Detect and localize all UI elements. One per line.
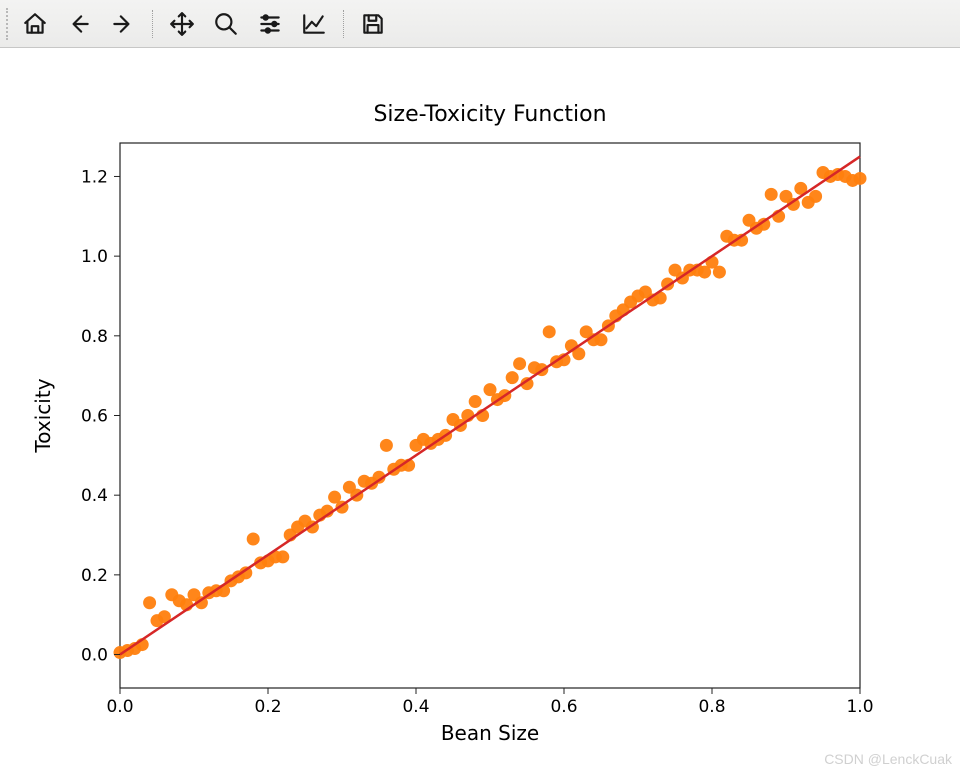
chart-title: Size-Toxicity Function (373, 102, 606, 127)
data-point (380, 439, 393, 452)
data-point (543, 325, 556, 338)
toolbar-separator (152, 10, 153, 38)
home-icon[interactable] (14, 4, 56, 44)
x-tick-label: 0.6 (550, 697, 577, 717)
search-icon[interactable] (205, 4, 247, 44)
y-tick-label: 0.8 (81, 327, 108, 347)
x-axis-label: Bean Size (441, 721, 539, 745)
x-tick-label: 1.0 (846, 697, 873, 717)
sliders-icon[interactable] (249, 4, 291, 44)
y-tick-label: 1.0 (81, 247, 108, 267)
toolbar-grip (6, 8, 8, 40)
data-point (713, 266, 726, 279)
move-icon[interactable] (161, 4, 203, 44)
x-tick-label: 0.8 (698, 697, 725, 717)
arrow-left-icon[interactable] (58, 4, 100, 44)
toolbar-separator (343, 10, 344, 38)
y-tick-label: 0.0 (81, 646, 108, 666)
line-chart-icon[interactable] (293, 4, 335, 44)
arrow-right-icon[interactable] (102, 4, 144, 44)
y-tick-label: 1.2 (81, 167, 108, 187)
x-tick-label: 0.2 (254, 697, 281, 717)
y-tick-label: 0.4 (81, 486, 108, 506)
y-tick-label: 0.6 (81, 407, 108, 427)
y-axis-label: Toxicity (31, 378, 55, 453)
data-point (469, 395, 482, 408)
x-tick-label: 0.0 (106, 697, 133, 717)
data-point (854, 172, 867, 185)
y-tick-label: 0.2 (81, 566, 108, 586)
plot-area: 0.0 0.2 0.4 0.6 0.8 1.0 0.0 0.2 0.4 0.6 … (0, 48, 960, 771)
data-point (513, 357, 526, 370)
data-point (765, 188, 778, 201)
data-point (506, 371, 519, 384)
data-point (276, 550, 289, 563)
x-tick-label: 0.4 (402, 697, 429, 717)
matplotlib-toolbar (0, 0, 960, 48)
data-point (809, 190, 822, 203)
save-icon[interactable] (352, 4, 394, 44)
data-point (247, 533, 260, 546)
data-point (143, 596, 156, 609)
